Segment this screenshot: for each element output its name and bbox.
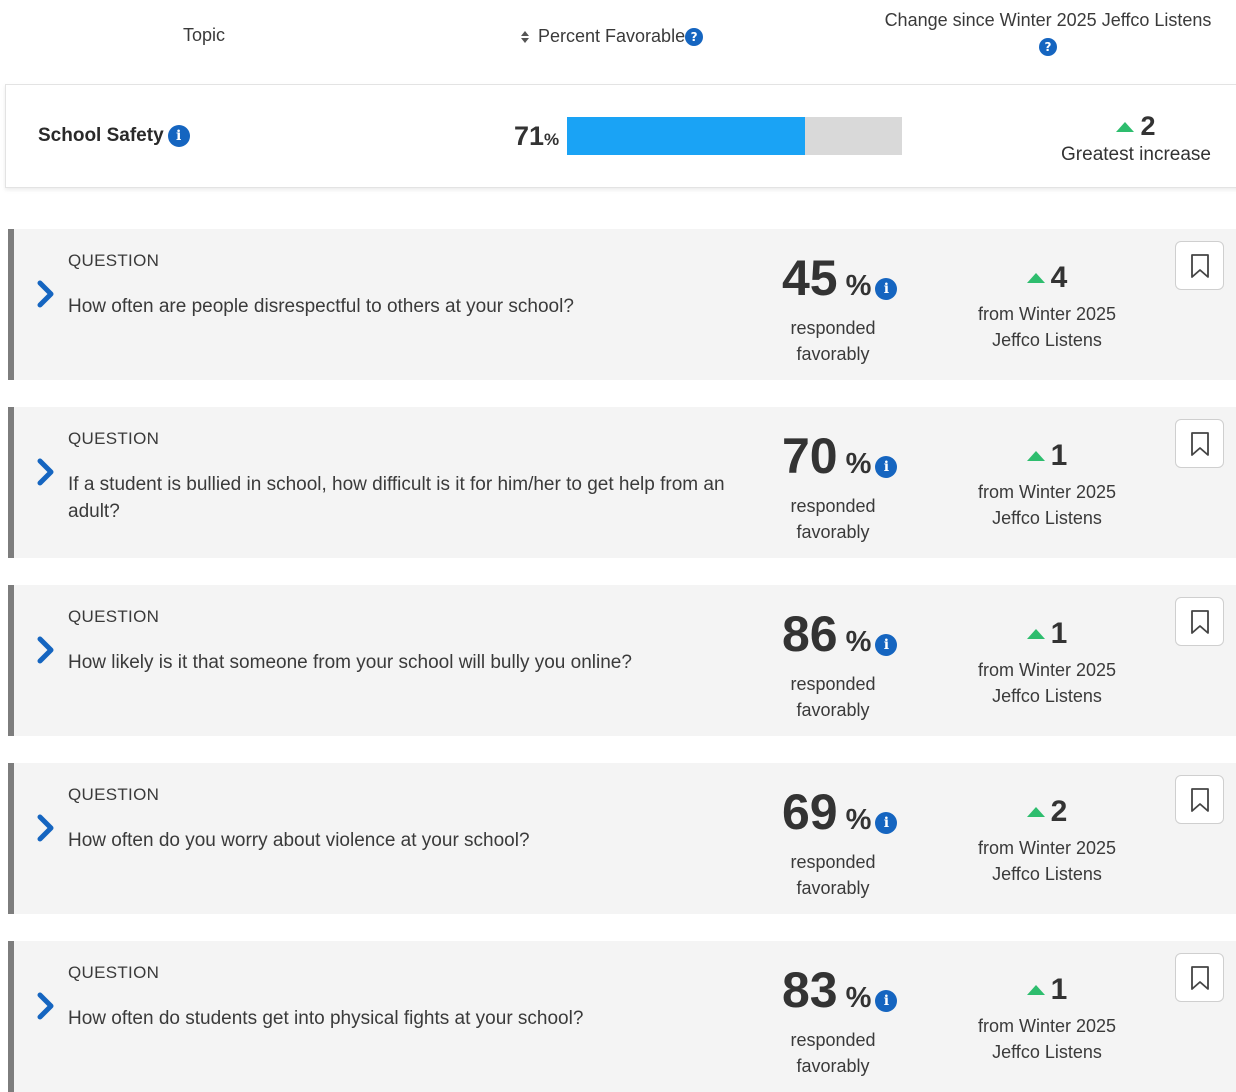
change-source-label: from Winter 2025 Jeffco Listens	[977, 304, 1117, 350]
change-source-label: from Winter 2025 Jeffco Listens	[977, 482, 1117, 528]
percent-symbol: %	[845, 982, 872, 1014]
topic-change-value: 2	[1140, 111, 1156, 141]
percent-symbol: %	[845, 626, 872, 658]
question-text: If a student is bullied in school, how d…	[68, 474, 725, 522]
triangle-up-icon	[1116, 121, 1135, 132]
question-text: How often do students get into physical …	[68, 1008, 584, 1029]
info-icon[interactable]: i	[875, 990, 898, 1012]
percent-symbol: %	[845, 448, 872, 480]
bookmark-button[interactable]	[1175, 775, 1224, 824]
favorable-percent-value: 45	[782, 250, 838, 306]
favorable-percent: 45 % i	[782, 249, 898, 307]
favorable-percent-value: 83	[782, 962, 838, 1018]
help-icon[interactable]: ?	[1039, 38, 1057, 56]
question-row[interactable]: QUESTION If a student is bullied in scho…	[8, 407, 1236, 558]
change-value: 1	[1050, 439, 1068, 472]
triangle-up-icon	[1026, 451, 1045, 461]
topic-name: School Safety i	[38, 125, 190, 147]
triangle-up-icon	[1026, 985, 1045, 995]
percent-symbol: %	[845, 804, 872, 836]
bookmark-icon	[1190, 787, 1209, 812]
favorable-percent-value: 86	[782, 606, 838, 662]
topic-change: 2 Greatest increase	[1046, 111, 1226, 166]
triangle-up-icon	[1026, 807, 1045, 817]
triangle-up-icon	[1026, 273, 1045, 283]
change-source-label: from Winter 2025 Jeffco Listens	[977, 838, 1117, 884]
responded-favorably-label: responded favorably	[790, 1030, 876, 1076]
triangle-up-icon	[1026, 629, 1045, 639]
favorable-percent-value: 69	[782, 784, 838, 840]
bookmark-icon	[1190, 609, 1209, 634]
bookmark-icon	[1190, 431, 1209, 456]
change-source-label: from Winter 2025 Jeffco Listens	[977, 1016, 1117, 1062]
question-row[interactable]: QUESTION How often are people disrespect…	[8, 229, 1236, 380]
sort-icon[interactable]	[519, 29, 531, 45]
responded-favorably-label: responded favorably	[790, 852, 876, 898]
chevron-right-icon[interactable]	[36, 457, 56, 487]
change-value: 2	[1050, 795, 1068, 828]
change-value: 4	[1050, 261, 1068, 294]
bookmark-button[interactable]	[1175, 419, 1224, 468]
bookmark-button[interactable]	[1175, 241, 1224, 290]
favorable-percent-value: 70	[782, 428, 838, 484]
change-indicator: 2 from Winter 2025 Jeffco Listens	[954, 795, 1140, 887]
question-label: QUESTION	[68, 251, 160, 270]
topic-favorable-bar	[567, 117, 902, 155]
topic-name-label: School Safety	[38, 125, 164, 146]
change-value: 1	[1050, 973, 1068, 1006]
change-column-header: Change since Winter 2025 Jeffco Listens …	[860, 9, 1236, 56]
question-label: QUESTION	[68, 785, 160, 804]
change-indicator: 1 from Winter 2025 Jeffco Listens	[954, 973, 1140, 1065]
change-source-label: from Winter 2025 Jeffco Listens	[977, 660, 1117, 706]
topic-favorable-bar-fill	[567, 117, 805, 155]
favorable-percent: 69 % i	[782, 783, 898, 841]
info-icon[interactable]: i	[167, 125, 190, 147]
responded-favorably-label: responded favorably	[790, 674, 876, 720]
question-text: How likely is it that someone from your …	[68, 652, 632, 673]
question-label: QUESTION	[68, 963, 160, 982]
bookmark-button[interactable]	[1175, 597, 1224, 646]
bookmark-button[interactable]	[1175, 953, 1224, 1002]
chevron-right-icon[interactable]	[36, 813, 56, 843]
percent-favorable-column-header[interactable]: Percent Favorable ?	[519, 26, 704, 47]
question-text: How often do you worry about violence at…	[68, 830, 530, 851]
info-icon[interactable]: i	[875, 812, 898, 834]
table-header: Topic Percent Favorable ? Change since W…	[0, 0, 1236, 84]
topic-change-label: Greatest increase	[1061, 144, 1211, 165]
info-icon[interactable]: i	[875, 634, 898, 656]
responded-favorably-label: responded favorably	[790, 496, 876, 542]
change-indicator: 4 from Winter 2025 Jeffco Listens	[954, 261, 1140, 353]
chevron-right-icon[interactable]	[36, 279, 56, 309]
change-column-label: Change since Winter 2025 Jeffco Listens	[884, 10, 1212, 30]
chevron-right-icon[interactable]	[36, 991, 56, 1021]
info-icon[interactable]: i	[875, 278, 898, 300]
change-value: 1	[1050, 617, 1068, 650]
favorable-percent: 70 % i	[782, 427, 898, 485]
bookmark-icon	[1190, 965, 1209, 990]
change-indicator: 1 from Winter 2025 Jeffco Listens	[954, 617, 1140, 709]
topic-percent: 71%	[514, 121, 559, 152]
question-row[interactable]: QUESTION How often do you worry about vi…	[8, 763, 1236, 914]
favorable-percent: 83 % i	[782, 961, 898, 1019]
percent-favorable-label: Percent Favorable	[538, 26, 686, 46]
question-text: How often are people disrespectful to ot…	[68, 296, 574, 317]
percent-symbol: %	[845, 270, 872, 302]
help-icon[interactable]: ?	[685, 27, 704, 46]
chevron-right-icon[interactable]	[36, 635, 56, 665]
info-icon[interactable]: i	[875, 456, 898, 478]
question-row[interactable]: QUESTION How likely is it that someone f…	[8, 585, 1236, 736]
topic-percent-value: 71	[514, 121, 545, 151]
responded-favorably-label: responded favorably	[790, 318, 876, 364]
topic-column-header: Topic	[183, 25, 226, 45]
question-label: QUESTION	[68, 607, 160, 626]
favorable-percent: 86 % i	[782, 605, 898, 663]
bookmark-icon	[1190, 253, 1209, 278]
question-row[interactable]: QUESTION How often do students get into …	[8, 941, 1236, 1092]
topic-summary-row: School Safety i 71% 2 Greatest increase	[5, 84, 1236, 188]
topic-percent-symbol: %	[544, 130, 560, 149]
question-label: QUESTION	[68, 429, 160, 448]
change-indicator: 1 from Winter 2025 Jeffco Listens	[954, 439, 1140, 531]
